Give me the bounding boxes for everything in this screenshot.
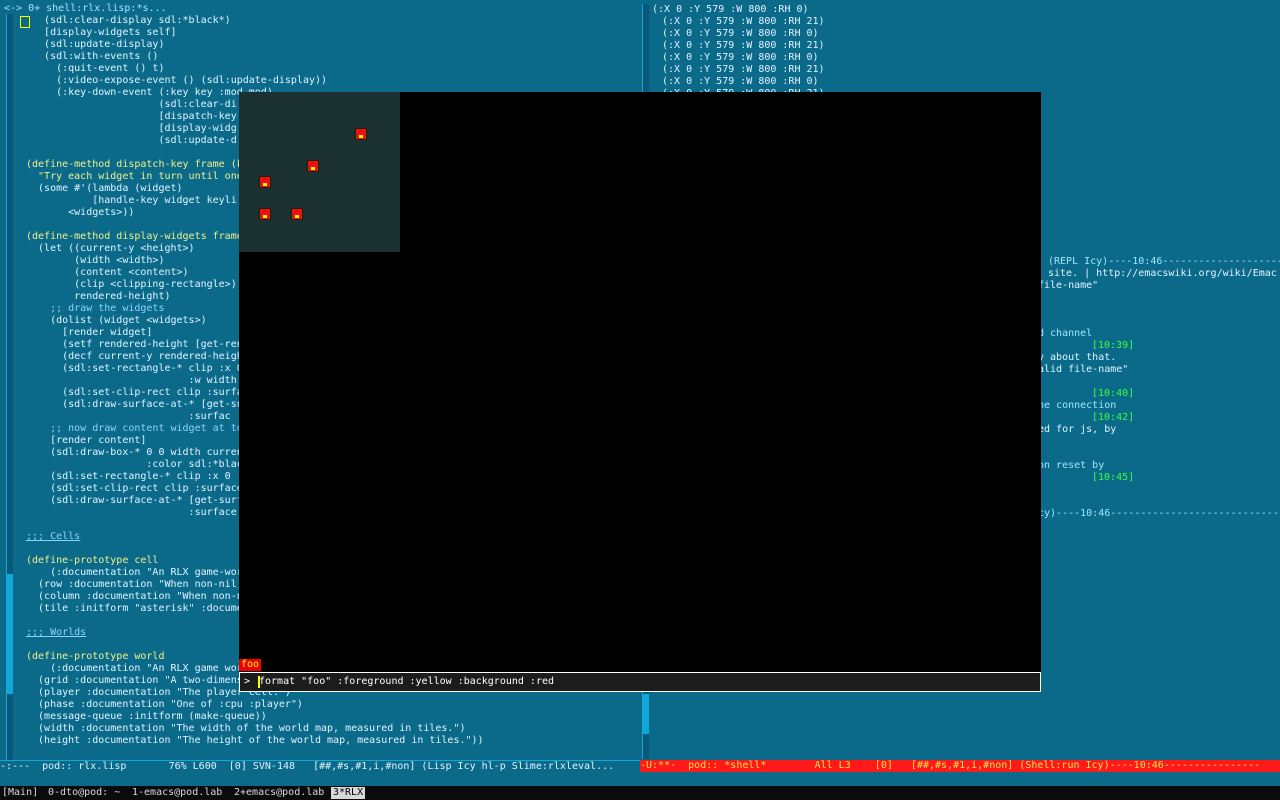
geometry-line: (:X 0 :Y 579 :W 800 :RH 21) [662,64,825,75]
command-input[interactable]: format "foo" :foreground :yellow :backgr… [259,676,554,688]
code-line: (height :documentation "The height of th… [26,735,484,746]
right-modeline[interactable]: -U:**- pod:: *shell* All L3 [0] [##,#s,#… [640,760,1280,772]
left-scrollbar-thumb[interactable] [7,574,13,694]
enemy-sprite[interactable] [355,128,367,140]
fragment-2: d channel [1038,328,1093,339]
irc-divider: cy)----10:46----------------------------… [1038,508,1280,519]
code-line: (sdl:clear-display sdl:*black*) [26,15,231,26]
geometry-first-line: (:X 0 :Y 579 :W 800 :RH 0) [652,4,809,15]
code-line: (phase :documentation "One of :cpu :play… [26,699,303,710]
geometry-line: (:X 0 :Y 579 :W 800 :RH 0) [662,76,819,87]
timestamp-3: [10:42] [1092,412,1135,423]
timestamp-1: [10:39] [1092,340,1135,351]
fragment-1: file-name" [1038,280,1099,291]
enemy-sprite[interactable] [307,160,319,172]
prompt-symbol: > [244,676,251,687]
irc-topic: site. | http://emacswiki.org/wiki/Emac [1048,268,1277,279]
code-line: (width :documentation "The width of the … [26,723,466,734]
timestamp-4: [10:45] [1092,472,1135,483]
command-prompt[interactable]: > format "foo" :foreground :yellow :back… [239,672,1041,692]
left-scrollbar[interactable] [6,14,13,760]
code-line: [display-widgets self] [26,27,177,38]
fragment-7: on reset by [1038,460,1105,471]
task-dto-shell[interactable]: 0-dto@pod: ~ [48,787,120,799]
fragment-4: alid file-name" [1038,364,1129,375]
geometry-line: (:X 0 :Y 579 :W 800 :RH 0) [662,28,819,39]
right-scrollbar-thumb[interactable] [643,694,649,734]
timestamp-2: [10:40] [1092,388,1135,399]
geometry-output: (:X 0 :Y 579 :W 800 :RH 21) (:X 0 :Y 579 … [662,16,1262,100]
enemy-sprite[interactable] [259,208,271,220]
code-line: (:video-expose-event () (sdl:update-disp… [26,75,328,86]
code-line: (:quit-event () t) [26,63,165,74]
fragment-5: he connection [1038,400,1117,411]
enemy-sprite[interactable] [259,176,271,188]
geometry-line: (:X 0 :Y 579 :W 800 :RH 0) [662,52,819,63]
foo-widget-label: foo [239,659,262,671]
fragment-3: y about that. [1038,352,1117,363]
buffer-header: <-> 0+ shell:rlx.lisp:*s... [4,3,167,14]
code-line: (sdl:with-events () [26,51,159,62]
left-modeline[interactable]: -:--- pod:: rlx.lisp 76% L600 [0] SVN-14… [0,760,640,773]
repl-divider: (REPL Icy)----10:46--------------------- [1048,256,1280,267]
fragment-6: ed for js, by [1038,424,1117,435]
geometry-line: (:X 0 :Y 579 :W 800 :RH 21) [662,16,825,27]
enemy-sprite[interactable] [291,208,303,220]
code-line: (message-queue :initform (make-queue)) [26,711,267,722]
screen-taskbar: [Main] 0-dto@pod: ~ 1-emacs@pod.lab 2+em… [0,786,1280,800]
rlx-game-window[interactable]: foo > format "foo" :foreground :yellow :… [239,92,1041,692]
game-map-view[interactable] [239,92,400,252]
geometry-line: (:X 0 :Y 579 :W 800 :RH 21) [662,40,825,51]
task-emacs-2[interactable]: 2+emacs@pod.lab [234,787,324,799]
task-emacs-1[interactable]: 1-emacs@pod.lab [132,787,222,799]
code-line: (sdl:update-display) [26,39,165,50]
task-rlx-active[interactable]: 3*RLX [331,787,366,799]
task-main[interactable]: [Main] [2,787,38,799]
